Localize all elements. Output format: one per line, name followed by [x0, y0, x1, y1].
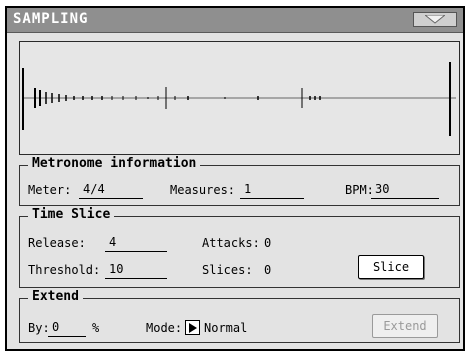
by-unit: % [92, 321, 100, 335]
measures-field[interactable]: 1 [240, 182, 304, 199]
release-field[interactable]: 4 [105, 235, 167, 252]
extend-title: Extend [28, 289, 83, 304]
title-bar: SAMPLING [7, 8, 463, 33]
window-title: SAMPLING [13, 11, 89, 27]
slice-button[interactable]: Slice [358, 255, 424, 279]
triangle-right-icon [189, 323, 197, 333]
slices-label: Slices: [202, 263, 253, 277]
sampling-window: SAMPLING Metronome information Meter: 4/… [5, 6, 465, 351]
meter-field[interactable]: 4/4 [79, 182, 143, 199]
attacks-label: Attacks: [202, 236, 260, 250]
by-field[interactable]: 0 [48, 320, 86, 337]
bpm-field[interactable]: 30 [371, 182, 439, 199]
bpm-label: BPM: [345, 183, 374, 197]
extend-group: Extend By: 0 % Mode: Normal Extend [19, 289, 460, 343]
extend-button[interactable]: Extend [372, 314, 438, 338]
release-label: Release: [28, 236, 86, 250]
metronome-title: Metronome information [28, 156, 201, 171]
mode-label: Mode: [146, 321, 183, 335]
metronome-group: Metronome information Meter: 4/4 Measure… [19, 156, 460, 206]
attacks-value: 0 [264, 236, 272, 250]
meter-label: Meter: [28, 183, 72, 197]
time-slice-title: Time Slice [28, 207, 115, 222]
threshold-label: Threshold: [28, 263, 101, 277]
waveform [22, 62, 456, 136]
mode-value: Normal [204, 321, 248, 335]
slices-value: 0 [264, 263, 272, 277]
time-slice-group: Time Slice Release: 4 Attacks: 0 Thresho… [19, 207, 460, 288]
waveform-display[interactable] [19, 41, 460, 155]
triangle-down-icon [425, 15, 445, 24]
threshold-field[interactable]: 10 [105, 262, 167, 279]
by-label: By: [28, 321, 50, 335]
measures-label: Measures: [170, 183, 236, 197]
menu-dropdown-button[interactable] [413, 12, 457, 27]
mode-selector[interactable] [185, 320, 200, 335]
